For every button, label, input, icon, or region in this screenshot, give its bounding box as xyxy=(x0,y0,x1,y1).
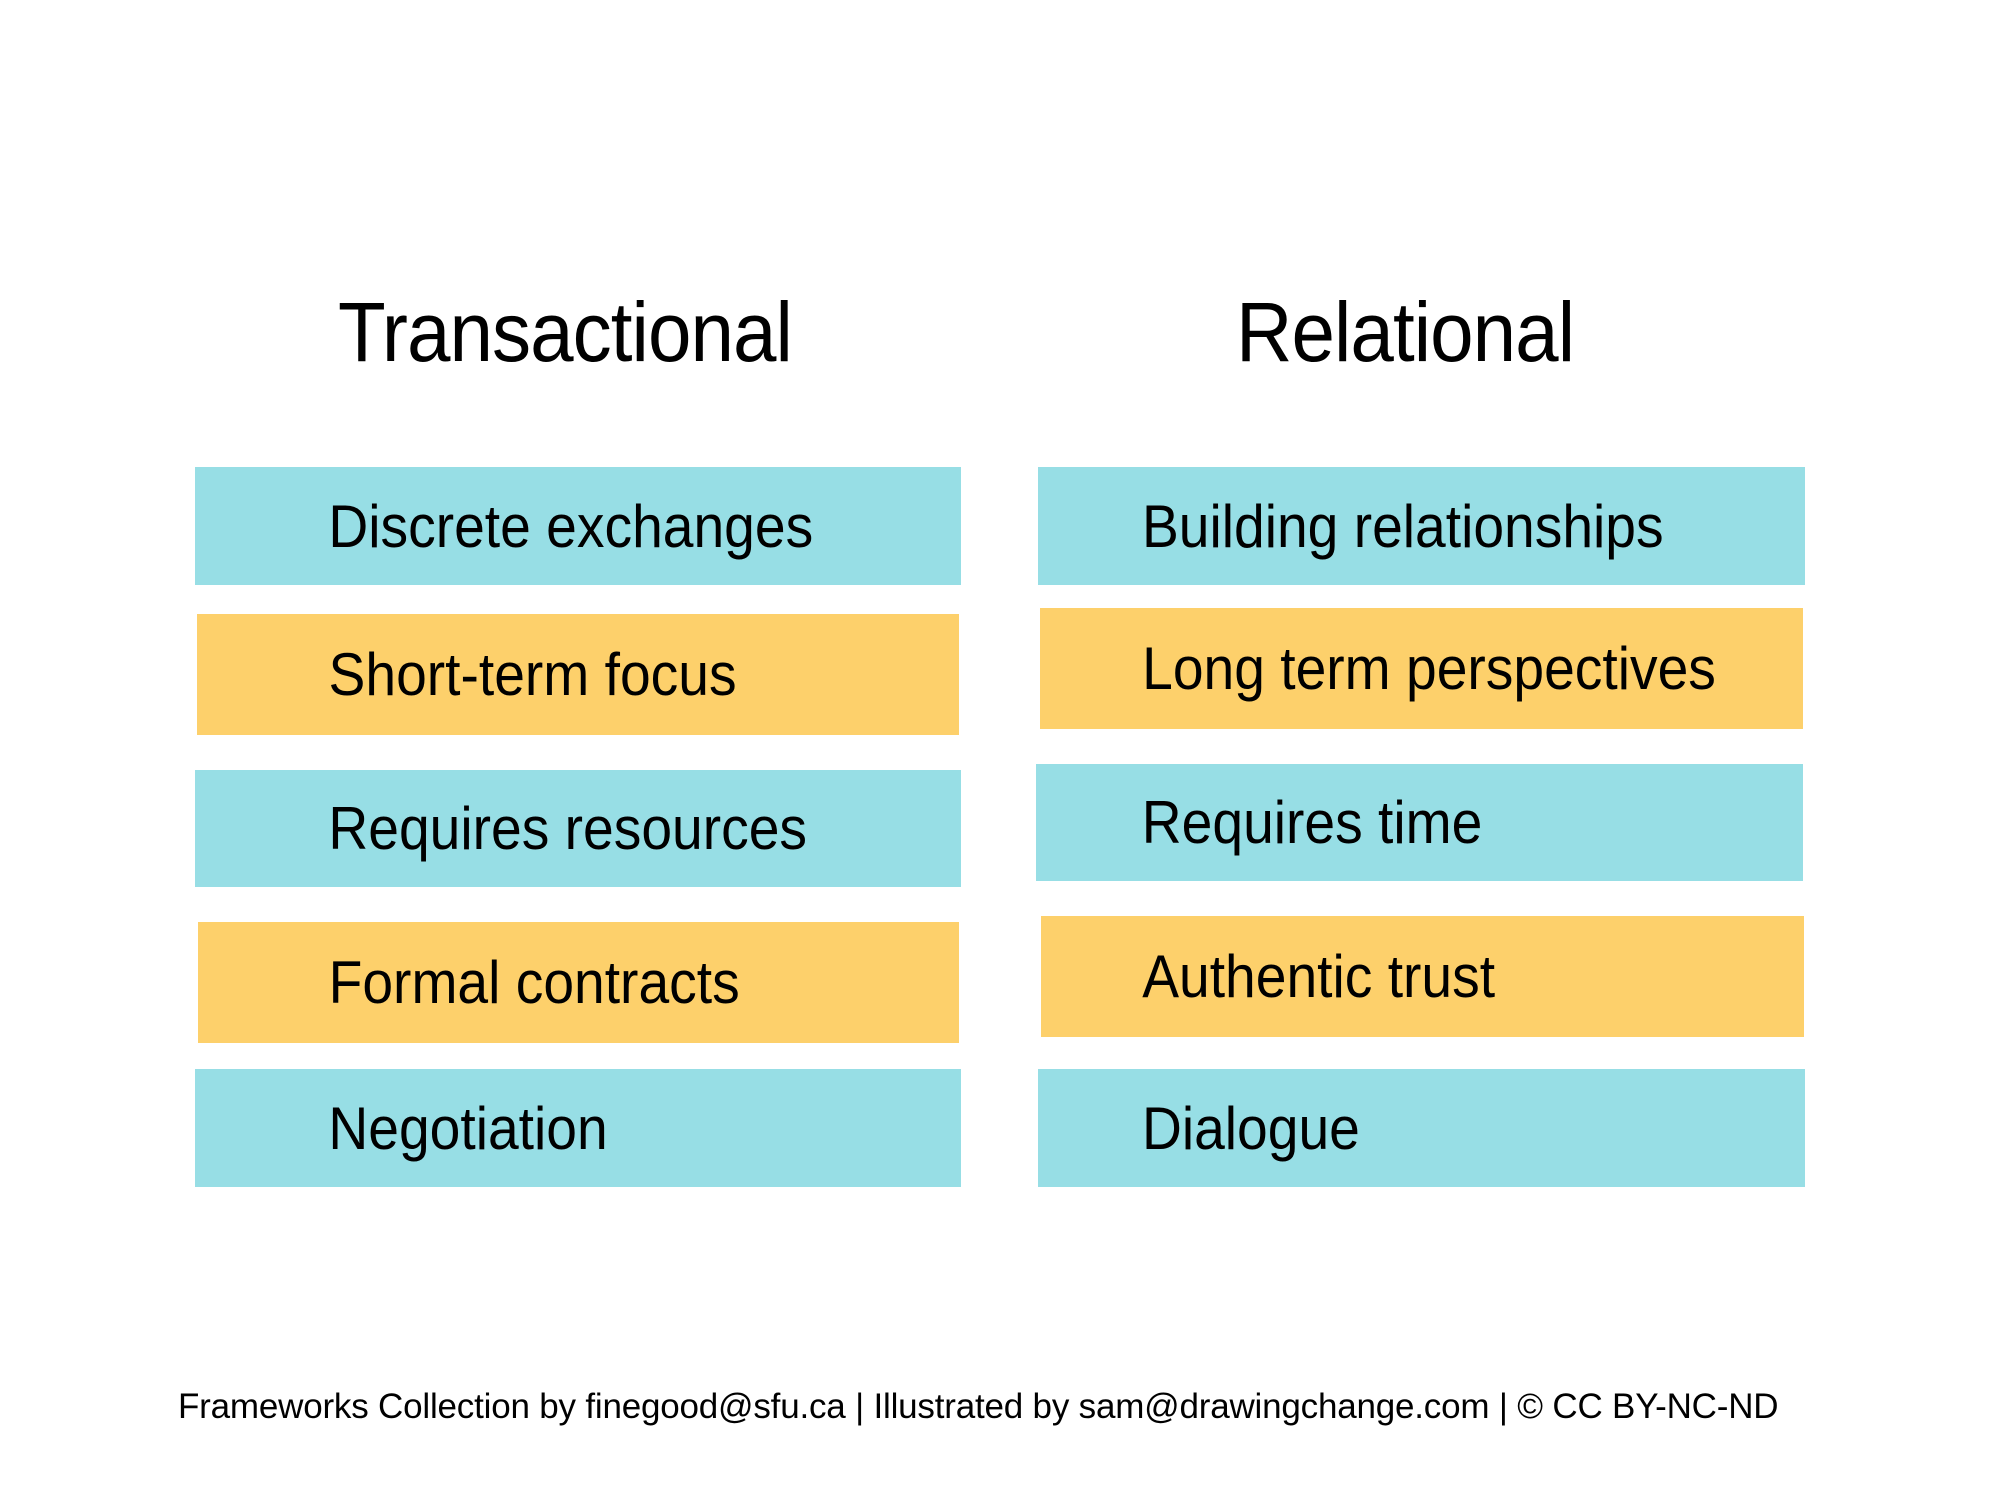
relational-item: Requires time xyxy=(1036,764,1803,881)
relational-item: Building relationships xyxy=(1038,467,1805,585)
transactional-item: Requires resources xyxy=(195,770,961,887)
item-label: Requires resources xyxy=(328,795,808,862)
transactional-item: Short-term focus xyxy=(197,614,959,735)
item-label: Building relationships xyxy=(1141,492,1664,560)
item-label: Long term perspectives xyxy=(1142,635,1716,702)
footer-credit: Frameworks Collection by finegood@sfu.ca… xyxy=(178,1387,1779,1426)
item-label: Formal contracts xyxy=(328,949,740,1016)
item-label: Negotiation xyxy=(328,1094,608,1162)
transactional-item: Negotiation xyxy=(195,1069,961,1187)
item-label: Dialogue xyxy=(1141,1094,1360,1162)
relational-item: Dialogue xyxy=(1038,1069,1805,1187)
transactional-item: Discrete exchanges xyxy=(195,467,961,585)
item-label: Short-term focus xyxy=(328,641,737,708)
item-label: Authentic trust xyxy=(1142,943,1496,1010)
transactional-item: Formal contracts xyxy=(198,922,959,1043)
relational-item: Authentic trust xyxy=(1041,916,1804,1037)
item-label: Requires time xyxy=(1141,789,1483,856)
relational-item: Long term perspectives xyxy=(1040,608,1803,729)
column-heading-transactional: Transactional xyxy=(338,285,793,379)
column-heading-relational: Relational xyxy=(1236,285,1575,379)
item-label: Discrete exchanges xyxy=(328,492,814,560)
